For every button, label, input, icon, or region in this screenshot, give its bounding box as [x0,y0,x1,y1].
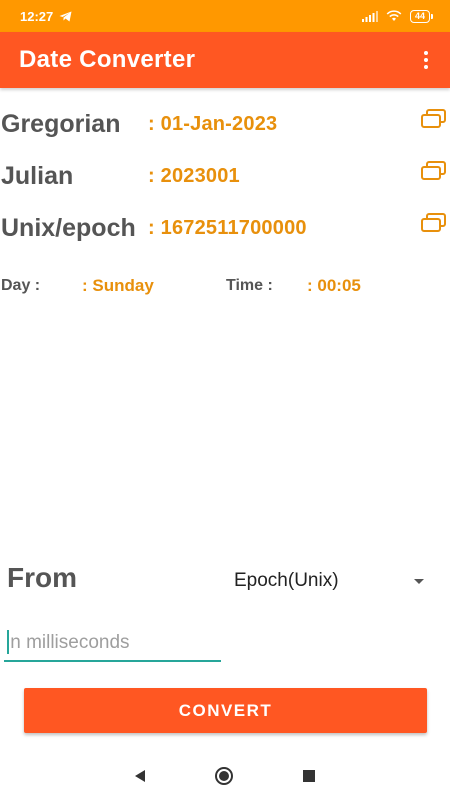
milliseconds-input-wrap [4,628,221,662]
status-left: 12:27 [20,9,72,24]
time-label: Time : [226,277,273,294]
app-bar: Date Converter [0,32,450,88]
status-time: 12:27 [20,8,54,24]
gregorian-label: Gregorian [1,110,121,138]
app-title: Date Converter [19,46,196,73]
home-icon[interactable] [215,767,233,785]
convert-button[interactable]: CONVERT [24,688,427,733]
julian-label: Julian [1,162,74,190]
julian-row: Julian : 2023001 [0,160,450,192]
milliseconds-input[interactable] [4,628,221,658]
status-bar: 12:27 44 [0,0,450,32]
gregorian-value: : 01-Jan-2023 [148,113,278,135]
copy-unix-icon[interactable] [420,212,448,236]
unix-row: Unix/epoch : 1672511700000 [0,212,450,244]
from-spinner[interactable]: Epoch(Unix) [234,566,430,596]
copy-julian-icon[interactable] [420,160,448,184]
signal-icon [361,10,378,22]
unix-value: : 1672511700000 [148,217,307,239]
gregorian-row: Gregorian : 01-Jan-2023 [0,108,450,140]
wifi-icon [386,10,402,21]
recents-icon[interactable] [303,770,315,782]
copy-gregorian-icon[interactable] [420,108,448,132]
telegram-icon [59,11,72,21]
julian-value: : 2023001 [148,165,240,187]
back-icon[interactable] [135,770,145,782]
spinner-selected-value: Epoch(Unix) [234,570,339,591]
battery-icon: 44 [409,9,434,23]
dropdown-arrow-icon [414,578,424,584]
status-right: 44 [361,9,434,23]
unix-label: Unix/epoch [1,214,136,242]
day-label: Day : [1,277,41,294]
time-value: : 00:05 [307,276,361,295]
from-label: From [7,562,77,593]
day-value: : Sunday [82,276,154,295]
overflow-menu-icon[interactable] [418,48,434,72]
navigation-bar [0,752,450,800]
text-cursor [7,630,9,654]
